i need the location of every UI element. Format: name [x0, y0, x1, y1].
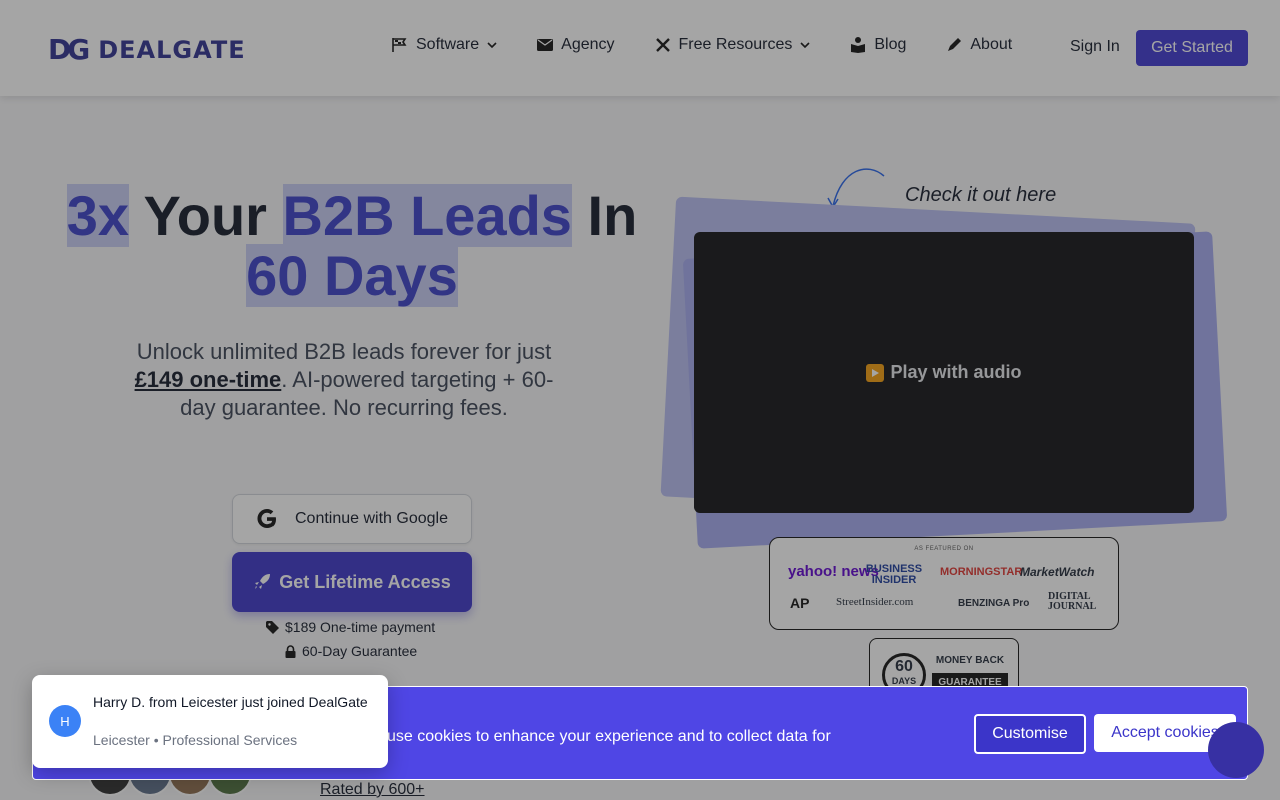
toast-message: Harry D. from Leicester just joined Deal… — [93, 694, 368, 710]
customise-cookies-button[interactable]: Customise — [974, 714, 1086, 754]
signup-toast: H Harry D. from Leicester just joined De… — [32, 675, 388, 768]
chat-launcher-button[interactable] — [1208, 722, 1264, 778]
toast-meta: Leicester • Professional Services — [93, 732, 298, 748]
cookie-text: es. We use cookies to enhance your exper… — [333, 728, 831, 745]
toast-avatar: H — [49, 705, 81, 737]
